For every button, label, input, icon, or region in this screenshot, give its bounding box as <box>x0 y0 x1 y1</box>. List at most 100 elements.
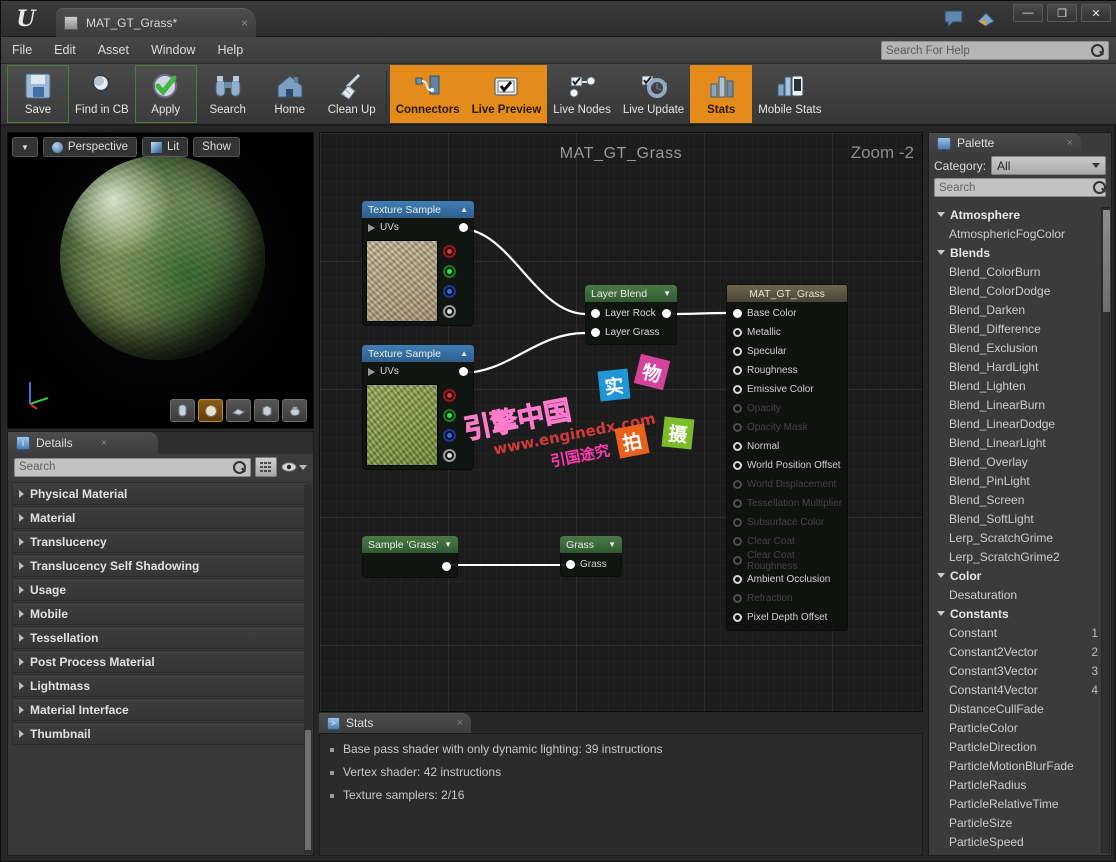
palette-item[interactable]: Blend_ColorDodge <box>932 281 1108 300</box>
preview-shape-teapot[interactable] <box>282 399 307 422</box>
help-search-box[interactable] <box>881 41 1109 60</box>
details-search-input[interactable] <box>19 461 233 473</box>
toolbar-button-search[interactable]: Search <box>197 65 259 123</box>
palette-category-select[interactable]: All <box>991 156 1106 175</box>
material-input-roughness[interactable]: Roughness <box>727 361 847 380</box>
close-icon[interactable]: × <box>101 437 107 449</box>
palette-item[interactable]: Blend_Lighten <box>932 376 1108 395</box>
node-header[interactable]: Texture Sample ▲ <box>362 201 474 218</box>
palette-scroll-thumb[interactable] <box>1103 210 1110 312</box>
chevron-right-icon[interactable] <box>19 730 24 738</box>
input-pin-icon[interactable] <box>733 461 742 470</box>
palette-item[interactable]: PerInstanceFadeAmount <box>932 851 1108 852</box>
close-icon[interactable]: × <box>457 717 463 729</box>
input-pin-icon[interactable] <box>733 309 742 318</box>
details-section-translucency[interactable]: Translucency <box>12 530 309 553</box>
menu-file[interactable]: File <box>1 37 43 64</box>
palette-item[interactable]: Blend_HardLight <box>932 357 1108 376</box>
palette-item[interactable]: ParticleSize <box>932 813 1108 832</box>
details-scrollbar[interactable] <box>304 484 312 854</box>
menu-asset[interactable]: Asset <box>87 37 140 64</box>
collapse-icon[interactable]: ▲ <box>460 349 468 358</box>
stats-tab[interactable]: > Stats × <box>319 713 471 733</box>
details-tab[interactable]: i Details × <box>8 432 158 454</box>
help-search-input[interactable] <box>886 45 1091 57</box>
output-pin-icon[interactable] <box>442 562 451 571</box>
node-input-layer-rock[interactable]: Layer Rock <box>586 304 676 323</box>
material-input-base-color[interactable]: Base Color <box>727 304 847 323</box>
node-input-grass[interactable]: Grass <box>561 555 621 574</box>
palette-item[interactable]: ParticleMotionBlurFade <box>932 756 1108 775</box>
node-grass[interactable]: Grass ▼ Grass <box>560 536 622 577</box>
node-sample-grass[interactable]: Sample 'Grass' ▼ <box>362 536 458 578</box>
output-pin-b[interactable] <box>443 285 456 298</box>
details-search-box[interactable] <box>14 458 251 477</box>
toolbar-button-find-in-cb[interactable]: Find in CB <box>69 65 135 123</box>
input-pin-icon[interactable] <box>368 368 375 376</box>
details-section-tessellation[interactable]: Tessellation <box>12 626 309 649</box>
node-material-output[interactable]: MAT_GT_Grass Base ColorMetallicSpecularR… <box>726 284 848 631</box>
output-pin-icon[interactable] <box>459 367 468 376</box>
details-grid-view-button[interactable] <box>255 457 277 477</box>
material-input-pixel-depth-offset[interactable]: Pixel Depth Offset <box>727 608 847 627</box>
details-section-usage[interactable]: Usage <box>12 578 309 601</box>
preview-shape-plane[interactable] <box>226 399 251 422</box>
palette-item[interactable]: Lerp_ScratchGrime2 <box>932 547 1108 566</box>
close-button[interactable]: ✕ <box>1081 4 1111 22</box>
toolbar-button-live-preview[interactable]: Live Preview <box>466 65 548 123</box>
viewport-show-menu-button[interactable]: Show <box>193 137 240 157</box>
minimize-button[interactable]: — <box>1013 4 1043 22</box>
toolbar-button-clean-up[interactable]: Clean Up <box>321 65 383 123</box>
material-preview-viewport[interactable]: ▼ Perspective Lit Show <box>7 132 314 429</box>
toolbar-button-home[interactable]: Home <box>259 65 321 123</box>
input-pin-icon[interactable] <box>733 366 742 375</box>
chevron-right-icon[interactable] <box>19 658 24 666</box>
details-section-translucency-self-shadowing[interactable]: Translucency Self Shadowing <box>12 554 309 577</box>
palette-item[interactable]: Constant3Vector3 <box>932 661 1108 680</box>
chevron-down-icon[interactable]: ▼ <box>608 540 616 549</box>
output-pin-r[interactable] <box>443 389 456 402</box>
chevron-right-icon[interactable] <box>19 682 24 690</box>
toolbar-button-stats[interactable]: Stats <box>690 65 752 123</box>
viewport-options-dropdown[interactable]: ▼ <box>12 137 38 157</box>
palette-item[interactable]: ParticleRadius <box>932 775 1108 794</box>
palette-item[interactable]: Blend_ColorBurn <box>932 262 1108 281</box>
details-section-physical-material[interactable]: Physical Material <box>12 482 309 505</box>
palette-item[interactable]: Blend_LinearDodge <box>932 414 1108 433</box>
material-graph-canvas[interactable]: MAT_GT_Grass Zoom -2 MATERIAL Texture Sa… <box>319 132 923 712</box>
toolbar-button-connectors[interactable]: Connectors <box>390 65 466 123</box>
node-input-layer-grass[interactable]: Layer Grass <box>586 323 676 342</box>
details-section-lightmass[interactable]: Lightmass <box>12 674 309 697</box>
palette-scrollbar[interactable] <box>1101 207 1110 853</box>
material-input-ambient-occlusion[interactable]: Ambient Occlusion <box>727 570 847 589</box>
material-input-world-position-offset[interactable]: World Position Offset <box>727 456 847 475</box>
close-icon[interactable]: × <box>1067 137 1073 149</box>
details-visibility-dropdown[interactable] <box>281 457 307 477</box>
palette-list[interactable]: AtmosphereAtmosphericFogColorBlendsBlend… <box>932 205 1108 852</box>
menu-edit[interactable]: Edit <box>43 37 87 64</box>
palette-item[interactable]: ParticleColor <box>932 718 1108 737</box>
input-pin-icon[interactable] <box>368 224 375 232</box>
palette-item[interactable]: Desaturation <box>932 585 1108 604</box>
preview-shape-cylinder[interactable] <box>170 399 195 422</box>
node-header[interactable]: Layer Blend ▼ <box>585 285 677 302</box>
output-pin-g[interactable] <box>443 409 456 422</box>
palette-item[interactable]: AtmosphericFogColor <box>932 224 1108 243</box>
preview-shape-sphere[interactable] <box>198 399 223 422</box>
details-section-post-process-material[interactable]: Post Process Material <box>12 650 309 673</box>
input-pin-icon[interactable] <box>733 328 742 337</box>
palette-group-constants[interactable]: Constants <box>932 604 1108 623</box>
input-pin-icon[interactable] <box>566 560 575 569</box>
chevron-right-icon[interactable] <box>19 538 24 546</box>
toolbar-button-live-update[interactable]: Live Update <box>617 65 690 123</box>
material-input-normal[interactable]: Normal <box>727 437 847 456</box>
menu-help[interactable]: Help <box>206 37 254 64</box>
palette-item[interactable]: Blend_Darken <box>932 300 1108 319</box>
palette-item[interactable]: Blend_SoftLight <box>932 509 1108 528</box>
details-section-material[interactable]: Material <box>12 506 309 529</box>
input-pin-icon[interactable] <box>733 575 742 584</box>
palette-tab[interactable]: Palette × <box>929 133 1081 153</box>
toolbar-button-live-nodes[interactable]: Live Nodes <box>547 65 617 123</box>
palette-group-blends[interactable]: Blends <box>932 243 1108 262</box>
maximize-button[interactable]: ❐ <box>1047 4 1077 22</box>
